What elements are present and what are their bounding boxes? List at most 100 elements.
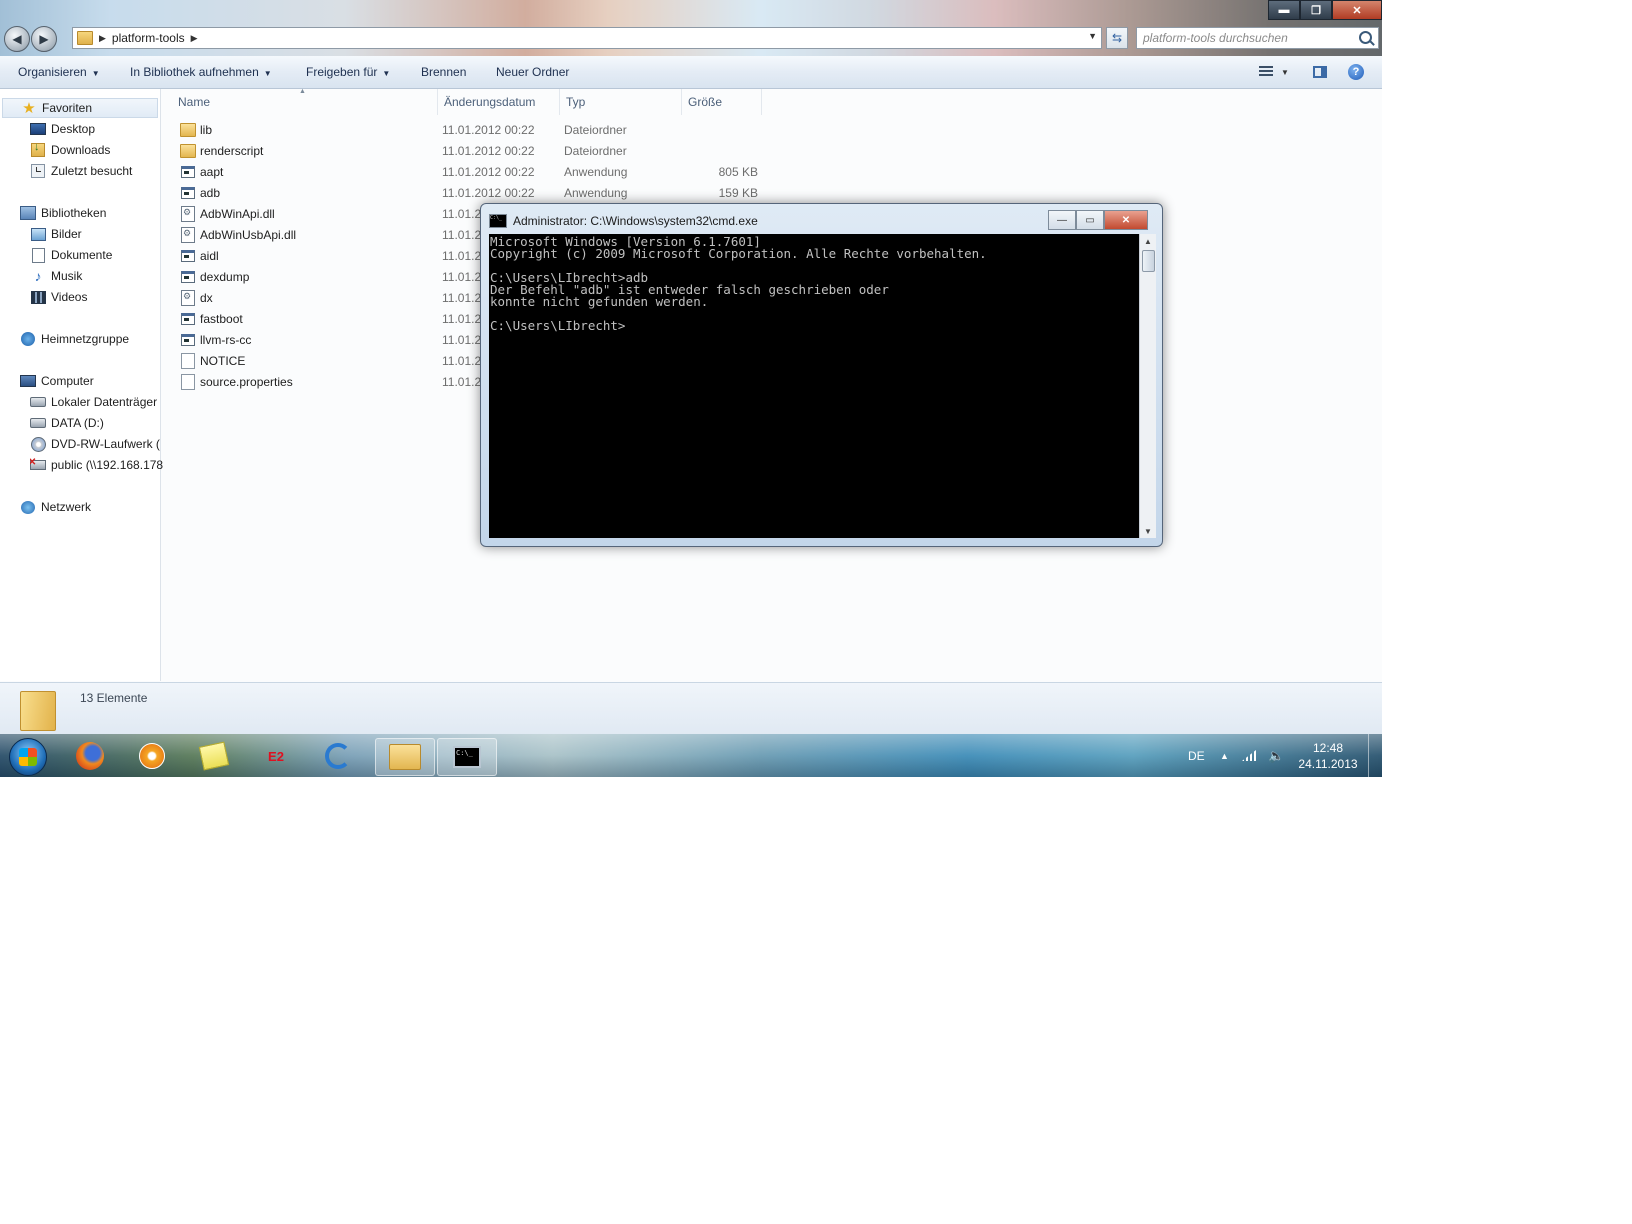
nav-network[interactable]: Netzwerk xyxy=(20,497,180,517)
file-row[interactable]: adb 11.01.2012 00:22 Anwendung 159 KB xyxy=(172,183,762,203)
media-player-icon[interactable] xyxy=(132,738,172,774)
file-date: 11.01.2012 00:22 xyxy=(442,144,535,158)
file-date: 11.01.2012 00:22 xyxy=(442,123,535,137)
file-name: dx xyxy=(200,291,213,305)
file-name: AdbWinApi.dll xyxy=(200,207,275,221)
nav-homegroup[interactable]: Heimnetzgruppe xyxy=(20,329,180,349)
nav-recent[interactable]: Zuletzt besucht xyxy=(30,161,190,181)
show-desktop-button[interactable] xyxy=(1368,734,1382,777)
nav-dvd[interactable]: DVD-RW-Laufwerk ( xyxy=(30,434,190,454)
file-name: lib xyxy=(200,123,213,137)
refresh-icon: ⇆ xyxy=(1111,31,1123,45)
cmd-window[interactable]: C:\_ Administrator: C:\Windows\system32\… xyxy=(480,203,1163,547)
preview-pane-icon[interactable] xyxy=(1312,64,1328,80)
windows-logo-icon xyxy=(19,748,37,766)
ie-icon[interactable] xyxy=(318,738,358,774)
nav-label: DATA (D:) xyxy=(51,416,104,430)
e2-satellite-icon[interactable]: E2 xyxy=(256,738,296,774)
file-icon xyxy=(180,353,196,369)
nav-desktop[interactable]: Desktop xyxy=(30,119,190,139)
minimize-button[interactable]: ▬ xyxy=(1268,0,1300,20)
network-signal-icon[interactable] xyxy=(1242,734,1256,777)
chevron-down-icon[interactable]: ▼ xyxy=(1280,64,1290,80)
volume-icon[interactable]: 🔈 xyxy=(1268,734,1284,777)
search-placeholder: platform-tools durchsuchen xyxy=(1143,31,1288,45)
scroll-thumb[interactable] xyxy=(1142,250,1155,272)
file-date: 11.01.2 xyxy=(442,270,482,284)
desktop-screen: ▬ ❐ ✕ ◀ ▶ ▶ platform-tools ▶ ▼ ⇆ platfor… xyxy=(0,0,1382,777)
nav-libraries[interactable]: Bibliotheken xyxy=(20,203,180,223)
organize-button[interactable]: Organisieren ▼ xyxy=(18,65,100,79)
search-input[interactable]: platform-tools durchsuchen xyxy=(1136,27,1379,49)
file-name: NOTICE xyxy=(200,354,246,368)
breadcrumb-arrow-icon[interactable]: ▶ xyxy=(191,33,198,44)
nav-documents[interactable]: Dokumente xyxy=(30,245,190,265)
scroll-down-icon[interactable]: ▼ xyxy=(1140,524,1156,538)
burn-button[interactable]: Brennen xyxy=(421,65,466,79)
nav-favorites[interactable]: ★ Favoriten xyxy=(2,98,158,118)
search-icon[interactable] xyxy=(1359,31,1372,44)
explorer-icon[interactable] xyxy=(375,738,435,776)
show-hidden-icons-icon[interactable]: ▲ xyxy=(1220,734,1229,777)
cmd-maximize-button[interactable]: ▭ xyxy=(1076,210,1104,230)
file-row[interactable]: lib 11.01.2012 00:22 Dateiordner xyxy=(172,120,762,140)
firefox-icon[interactable] xyxy=(70,738,110,774)
address-dropdown-icon[interactable]: ▼ xyxy=(1088,31,1097,41)
videos-icon xyxy=(30,290,46,304)
cmd-minimize-button[interactable]: — xyxy=(1048,210,1076,230)
clock[interactable]: 12:48 24.11.2013 xyxy=(1288,740,1368,772)
file-date: 11.01.2012 00:22 xyxy=(442,165,535,179)
cmd-icon[interactable]: C:\_ xyxy=(437,738,497,776)
views-icon[interactable] xyxy=(1258,64,1274,80)
address-bar[interactable]: ▶ platform-tools ▶ ▼ xyxy=(72,27,1102,49)
nav-label: Zuletzt besucht xyxy=(51,164,133,178)
sticky-notes-icon[interactable] xyxy=(194,738,234,774)
nav-local-disk[interactable]: Lokaler Datenträger xyxy=(30,392,190,412)
nav-label: Heimnetzgruppe xyxy=(41,332,130,346)
nav-label: Favoriten xyxy=(42,101,93,115)
nav-label: Musik xyxy=(51,269,83,283)
breadcrumb-arrow-icon[interactable]: ▶ xyxy=(99,33,106,44)
file-name: dexdump xyxy=(200,270,250,284)
nav-label: Downloads xyxy=(51,143,111,157)
include-library-button[interactable]: In Bibliothek aufnehmen ▼ xyxy=(130,65,272,79)
nav-music[interactable]: ♪ Musik xyxy=(30,266,190,286)
file-date: 11.01.2 xyxy=(442,207,482,221)
file-row[interactable]: aapt 11.01.2012 00:22 Anwendung 805 KB xyxy=(172,162,762,182)
refresh-button[interactable]: ⇆ xyxy=(1106,27,1128,49)
breadcrumb-platform-tools[interactable]: platform-tools xyxy=(112,31,185,45)
chevron-down-icon: ▼ xyxy=(91,69,100,78)
column-header-size[interactable]: Größe xyxy=(682,89,762,115)
nav-pictures[interactable]: Bilder xyxy=(30,224,190,244)
nav-data-d[interactable]: DATA (D:) xyxy=(30,413,190,433)
cmd-titlebar[interactable]: C:\_ Administrator: C:\Windows\system32\… xyxy=(489,210,1154,232)
nav-videos[interactable]: Videos xyxy=(30,287,190,307)
include-library-label: In Bibliothek aufnehmen xyxy=(130,65,259,79)
scroll-up-icon[interactable]: ▲ xyxy=(1140,234,1156,248)
file-name: source.properties xyxy=(200,375,293,389)
nav-computer[interactable]: Computer xyxy=(20,371,180,391)
console-output[interactable]: Microsoft Windows [Version 6.1.7601] Cop… xyxy=(489,234,1139,538)
nav-label: Computer xyxy=(41,374,94,388)
nav-public-share[interactable]: public (\\192.168.178 xyxy=(30,455,190,475)
forward-button[interactable]: ▶ xyxy=(31,26,57,52)
folder-icon xyxy=(180,144,196,158)
close-button[interactable]: ✕ xyxy=(1332,0,1382,20)
maximize-button[interactable]: ❐ xyxy=(1300,0,1332,20)
language-indicator[interactable]: DE xyxy=(1188,734,1205,777)
nav-downloads[interactable]: Downloads xyxy=(30,140,190,160)
cmd-close-button[interactable]: ✕ xyxy=(1104,210,1148,230)
start-button[interactable] xyxy=(9,738,47,776)
e2-label: E2 xyxy=(268,748,284,764)
console-scrollbar[interactable]: ▲ ▼ xyxy=(1139,234,1156,538)
new-folder-button[interactable]: Neuer Ordner xyxy=(496,65,569,79)
back-button[interactable]: ◀ xyxy=(4,26,30,52)
column-header-type[interactable]: Typ xyxy=(560,89,682,115)
file-row[interactable]: renderscript 11.01.2012 00:22 Dateiordner xyxy=(172,141,762,161)
share-button[interactable]: Freigeben für ▼ xyxy=(306,65,390,79)
cmd-icon-label: C:\_ xyxy=(453,746,481,768)
file-date: 11.01.2 xyxy=(442,312,482,326)
help-icon[interactable]: ? xyxy=(1348,64,1364,80)
exe-icon xyxy=(180,165,196,179)
column-header-date[interactable]: Änderungsdatum xyxy=(438,89,560,115)
